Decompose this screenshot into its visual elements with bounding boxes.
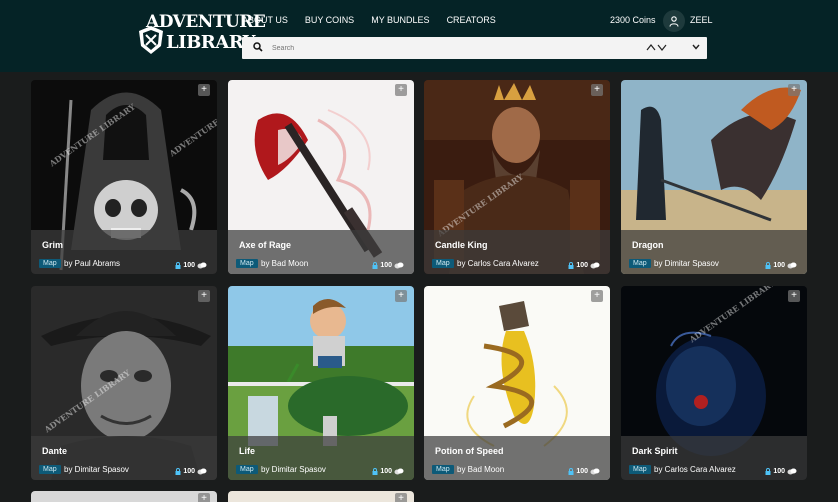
search-bar bbox=[242, 37, 707, 59]
card-price: 100 bbox=[372, 468, 404, 475]
lock-icon bbox=[568, 468, 574, 475]
nav-my-bundles[interactable]: MY BUNDLES bbox=[371, 15, 429, 25]
type-badge: Map bbox=[39, 465, 61, 474]
add-to-bundle-button[interactable]: + bbox=[198, 493, 210, 502]
add-to-bundle-button[interactable]: + bbox=[395, 84, 407, 96]
card-price: 100 bbox=[568, 262, 600, 269]
coins-icon bbox=[590, 468, 600, 475]
asset-card[interactable]: + Potion of Speed Map by Bad Moon 100 bbox=[424, 286, 610, 480]
card-price: 100 bbox=[372, 262, 404, 269]
card-author[interactable]: by Bad Moon bbox=[457, 465, 504, 474]
add-to-bundle-button[interactable]: + bbox=[788, 84, 800, 96]
add-to-bundle-button[interactable]: + bbox=[198, 290, 210, 302]
card-title: Axe of Rage bbox=[239, 240, 292, 250]
user-avatar[interactable] bbox=[663, 10, 685, 32]
price-value: 100 bbox=[183, 262, 195, 269]
asset-card[interactable]: + Axe of Rage Map by Bad Moon 100 bbox=[228, 80, 414, 274]
card-author[interactable]: by Carlos Cara Alvarez bbox=[457, 259, 539, 268]
nav-buy-coins[interactable]: BUY COINS bbox=[305, 15, 354, 25]
type-badge: Map bbox=[236, 259, 258, 268]
coins-icon bbox=[394, 262, 404, 269]
coins-icon bbox=[590, 262, 600, 269]
type-badge: Map bbox=[432, 465, 454, 474]
lock-icon bbox=[765, 262, 771, 269]
lock-icon bbox=[568, 262, 574, 269]
add-to-bundle-button[interactable]: + bbox=[198, 84, 210, 96]
card-title: Grim bbox=[42, 240, 64, 250]
price-value: 100 bbox=[380, 262, 392, 269]
price-value: 100 bbox=[576, 262, 588, 269]
lock-icon bbox=[765, 468, 771, 475]
price-value: 100 bbox=[773, 468, 785, 475]
asset-card[interactable]: ADVENTURE LIBRARY + Dark Spirit Map by C… bbox=[621, 286, 807, 480]
card-author[interactable]: by Paul Abrams bbox=[64, 259, 120, 268]
card-price: 100 bbox=[765, 262, 797, 269]
card-author[interactable]: by Carlos Cara Alvarez bbox=[654, 465, 736, 474]
add-to-bundle-button[interactable]: + bbox=[395, 290, 407, 302]
adventure-library-logo[interactable]: ADVENTURE LIBRARY bbox=[132, 10, 266, 58]
nav-creators[interactable]: CREATORS bbox=[447, 15, 496, 25]
price-value: 100 bbox=[380, 468, 392, 475]
asset-card[interactable]: + bbox=[228, 491, 414, 502]
top-bar: ADVENTURE LIBRARY ABOUT US BUY COINS MY … bbox=[0, 0, 838, 72]
type-badge: Map bbox=[629, 465, 651, 474]
type-badge: Map bbox=[39, 259, 61, 268]
user-icon bbox=[669, 15, 679, 27]
coins-icon bbox=[197, 262, 207, 269]
asset-card[interactable]: + Life Map by Dimitar Spasov 100 bbox=[228, 286, 414, 480]
asset-card[interactable]: + Dragon Map by Dimitar Spasov 100 bbox=[621, 80, 807, 274]
card-author[interactable]: by Bad Moon bbox=[261, 259, 308, 268]
search-input[interactable] bbox=[272, 40, 632, 56]
card-price: 100 bbox=[568, 468, 600, 475]
coins-icon bbox=[394, 468, 404, 475]
add-to-bundle-button[interactable]: + bbox=[591, 84, 603, 96]
card-title: Dark Spirit bbox=[632, 446, 678, 456]
card-author[interactable]: by Dimitar Spasov bbox=[261, 465, 326, 474]
chevron-down-icon[interactable] bbox=[692, 44, 700, 50]
add-to-bundle-button[interactable]: + bbox=[591, 290, 603, 302]
asset-card[interactable]: ADVENTURE LIBRARY + Dante Map by Dimitar… bbox=[31, 286, 217, 480]
card-title: Dragon bbox=[632, 240, 664, 250]
add-to-bundle-button[interactable]: + bbox=[395, 493, 407, 502]
asset-card[interactable]: + bbox=[31, 491, 217, 502]
coin-balance[interactable]: 2300 Coins bbox=[610, 15, 656, 25]
lock-icon bbox=[175, 262, 181, 269]
lock-icon bbox=[175, 468, 181, 475]
coins-icon bbox=[787, 468, 797, 475]
type-badge: Map bbox=[432, 259, 454, 268]
lock-icon bbox=[372, 262, 378, 269]
sort-toggle-icon[interactable] bbox=[646, 43, 668, 52]
main-nav: ABOUT US BUY COINS MY BUNDLES CREATORS bbox=[242, 15, 513, 25]
coins-icon bbox=[197, 468, 207, 475]
asset-card[interactable]: ADVENTURE LIBRARY + Candle King Map by C… bbox=[424, 80, 610, 274]
type-badge: Map bbox=[236, 465, 258, 474]
card-price: 100 bbox=[765, 468, 797, 475]
card-author[interactable]: by Dimitar Spasov bbox=[64, 465, 129, 474]
username[interactable]: ZEEL bbox=[690, 15, 713, 25]
nav-about-us[interactable]: ABOUT US bbox=[242, 15, 288, 25]
card-title: Life bbox=[239, 446, 256, 456]
card-title: Candle King bbox=[435, 240, 488, 250]
price-value: 100 bbox=[773, 262, 785, 269]
card-price: 100 bbox=[175, 262, 207, 269]
coins-icon bbox=[787, 262, 797, 269]
asset-card[interactable]: ADVENTURE LIBRARY ADVENTURE LIBRARY + Gr… bbox=[31, 80, 217, 274]
card-author[interactable]: by Dimitar Spasov bbox=[654, 259, 719, 268]
search-icon bbox=[253, 42, 263, 52]
card-title: Potion of Speed bbox=[435, 446, 504, 456]
card-price: 100 bbox=[175, 468, 207, 475]
lock-icon bbox=[372, 468, 378, 475]
card-title: Dante bbox=[42, 446, 68, 456]
type-badge: Map bbox=[629, 259, 651, 268]
price-value: 100 bbox=[183, 468, 195, 475]
price-value: 100 bbox=[576, 468, 588, 475]
add-to-bundle-button[interactable]: + bbox=[788, 290, 800, 302]
